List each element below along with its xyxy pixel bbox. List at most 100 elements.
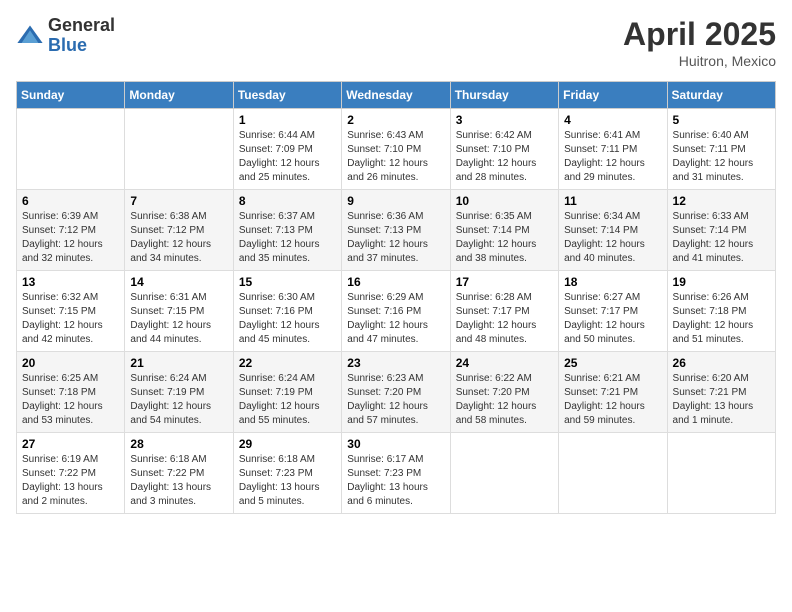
day-number: 10 bbox=[456, 194, 553, 208]
day-number: 18 bbox=[564, 275, 661, 289]
day-number: 5 bbox=[673, 113, 770, 127]
calendar-cell bbox=[450, 433, 558, 514]
day-info: Sunrise: 6:38 AM Sunset: 7:12 PM Dayligh… bbox=[130, 210, 227, 266]
calendar-cell: 24 Sunrise: 6:22 AM Sunset: 7:20 PM Dayli… bbox=[450, 352, 558, 433]
day-info: Sunrise: 6:30 AM Sunset: 7:16 PM Dayligh… bbox=[239, 291, 336, 347]
day-info: Sunrise: 6:26 AM Sunset: 7:18 PM Dayligh… bbox=[673, 291, 770, 347]
calendar-cell bbox=[559, 433, 667, 514]
day-number: 13 bbox=[22, 275, 119, 289]
day-info: Sunrise: 6:31 AM Sunset: 7:15 PM Dayligh… bbox=[130, 291, 227, 347]
day-number: 25 bbox=[564, 356, 661, 370]
calendar-week-row: 27 Sunrise: 6:19 AM Sunset: 7:22 PM Dayli… bbox=[17, 433, 776, 514]
day-info: Sunrise: 6:40 AM Sunset: 7:11 PM Dayligh… bbox=[673, 129, 770, 185]
calendar-cell bbox=[125, 109, 233, 190]
day-of-week-header: Thursday bbox=[450, 82, 558, 109]
day-info: Sunrise: 6:19 AM Sunset: 7:22 PM Dayligh… bbox=[22, 453, 119, 509]
day-info: Sunrise: 6:28 AM Sunset: 7:17 PM Dayligh… bbox=[456, 291, 553, 347]
day-number: 14 bbox=[130, 275, 227, 289]
calendar-cell: 23Sunrise: 6:23 AM Sunset: 7:20 PM Dayli… bbox=[342, 352, 450, 433]
day-number: 8 bbox=[239, 194, 336, 208]
day-info: Sunrise: 6:22 AM Sunset: 7:20 PM Dayligh… bbox=[456, 372, 553, 428]
logo-blue: Blue bbox=[48, 36, 115, 56]
day-of-week-header: Friday bbox=[559, 82, 667, 109]
calendar-header-row: SundayMondayTuesdayWednesdayThursdayFrid… bbox=[17, 82, 776, 109]
calendar-cell: 10 Sunrise: 6:35 AM Sunset: 7:14 PM Dayli… bbox=[450, 190, 558, 271]
day-of-week-header: Monday bbox=[125, 82, 233, 109]
day-info: Sunrise: 6:18 AM Sunset: 7:22 PM Dayligh… bbox=[130, 453, 227, 509]
day-number: 23 bbox=[347, 356, 444, 370]
calendar-cell: 15Sunrise: 6:30 AM Sunset: 7:16 PM Dayli… bbox=[233, 271, 341, 352]
calendar-cell: 8 Sunrise: 6:37 AM Sunset: 7:13 PM Daylig… bbox=[233, 190, 341, 271]
calendar-cell: 2 Sunrise: 6:43 AM Sunset: 7:10 PM Daylig… bbox=[342, 109, 450, 190]
day-info: Sunrise: 6:24 AM Sunset: 7:19 PM Dayligh… bbox=[239, 372, 336, 428]
day-info: Sunrise: 6:21 AM Sunset: 7:21 PM Dayligh… bbox=[564, 372, 661, 428]
calendar-week-row: 13 Sunrise: 6:32 AM Sunset: 7:15 PM Dayli… bbox=[17, 271, 776, 352]
logo: General Blue bbox=[16, 16, 115, 56]
calendar-table: SundayMondayTuesdayWednesdayThursdayFrid… bbox=[16, 81, 776, 514]
calendar-cell: 21Sunrise: 6:24 AM Sunset: 7:19 PM Dayli… bbox=[125, 352, 233, 433]
calendar-cell: 19Sunrise: 6:26 AM Sunset: 7:18 PM Dayli… bbox=[667, 271, 775, 352]
day-info: Sunrise: 6:41 AM Sunset: 7:11 PM Dayligh… bbox=[564, 129, 661, 185]
calendar-cell: 4Sunrise: 6:41 AM Sunset: 7:11 PM Daylig… bbox=[559, 109, 667, 190]
calendar-cell: 17 Sunrise: 6:28 AM Sunset: 7:17 PM Dayli… bbox=[450, 271, 558, 352]
calendar-cell: 13 Sunrise: 6:32 AM Sunset: 7:15 PM Dayli… bbox=[17, 271, 125, 352]
day-number: 12 bbox=[673, 194, 770, 208]
day-number: 17 bbox=[456, 275, 553, 289]
calendar-week-row: 6 Sunrise: 6:39 AM Sunset: 7:12 PM Daylig… bbox=[17, 190, 776, 271]
day-number: 30 bbox=[347, 437, 444, 451]
day-info: Sunrise: 6:27 AM Sunset: 7:17 PM Dayligh… bbox=[564, 291, 661, 347]
day-info: Sunrise: 6:20 AM Sunset: 7:21 PM Dayligh… bbox=[673, 372, 770, 428]
calendar-cell: 1Sunrise: 6:44 AM Sunset: 7:09 PM Daylig… bbox=[233, 109, 341, 190]
calendar-cell: 28Sunrise: 6:18 AM Sunset: 7:22 PM Dayli… bbox=[125, 433, 233, 514]
calendar-cell: 7 Sunrise: 6:38 AM Sunset: 7:12 PM Daylig… bbox=[125, 190, 233, 271]
day-number: 22 bbox=[239, 356, 336, 370]
calendar-cell: 14 Sunrise: 6:31 AM Sunset: 7:15 PM Dayli… bbox=[125, 271, 233, 352]
calendar-cell: 20Sunrise: 6:25 AM Sunset: 7:18 PM Dayli… bbox=[17, 352, 125, 433]
calendar-cell: 30 Sunrise: 6:17 AM Sunset: 7:23 PM Dayli… bbox=[342, 433, 450, 514]
day-info: Sunrise: 6:43 AM Sunset: 7:10 PM Dayligh… bbox=[347, 129, 444, 185]
day-info: Sunrise: 6:18 AM Sunset: 7:23 PM Dayligh… bbox=[239, 453, 336, 509]
calendar-cell: 16 Sunrise: 6:29 AM Sunset: 7:16 PM Dayli… bbox=[342, 271, 450, 352]
day-number: 11 bbox=[564, 194, 661, 208]
calendar-cell: 22 Sunrise: 6:24 AM Sunset: 7:19 PM Dayli… bbox=[233, 352, 341, 433]
day-info: Sunrise: 6:36 AM Sunset: 7:13 PM Dayligh… bbox=[347, 210, 444, 266]
day-number: 6 bbox=[22, 194, 119, 208]
day-info: Sunrise: 6:24 AM Sunset: 7:19 PM Dayligh… bbox=[130, 372, 227, 428]
day-number: 29 bbox=[239, 437, 336, 451]
day-of-week-header: Sunday bbox=[17, 82, 125, 109]
calendar-cell: 29 Sunrise: 6:18 AM Sunset: 7:23 PM Dayli… bbox=[233, 433, 341, 514]
day-number: 16 bbox=[347, 275, 444, 289]
calendar-cell: 27 Sunrise: 6:19 AM Sunset: 7:22 PM Dayli… bbox=[17, 433, 125, 514]
day-number: 20 bbox=[22, 356, 119, 370]
day-info: Sunrise: 6:34 AM Sunset: 7:14 PM Dayligh… bbox=[564, 210, 661, 266]
day-info: Sunrise: 6:29 AM Sunset: 7:16 PM Dayligh… bbox=[347, 291, 444, 347]
day-number: 3 bbox=[456, 113, 553, 127]
calendar-week-row: 1Sunrise: 6:44 AM Sunset: 7:09 PM Daylig… bbox=[17, 109, 776, 190]
calendar-cell: 11 Sunrise: 6:34 AM Sunset: 7:14 PM Dayli… bbox=[559, 190, 667, 271]
day-info: Sunrise: 6:39 AM Sunset: 7:12 PM Dayligh… bbox=[22, 210, 119, 266]
calendar-cell: 6 Sunrise: 6:39 AM Sunset: 7:12 PM Daylig… bbox=[17, 190, 125, 271]
title-block: April 2025 Huitron, Mexico bbox=[623, 16, 776, 69]
day-info: Sunrise: 6:17 AM Sunset: 7:23 PM Dayligh… bbox=[347, 453, 444, 509]
day-info: Sunrise: 6:35 AM Sunset: 7:14 PM Dayligh… bbox=[456, 210, 553, 266]
day-number: 27 bbox=[22, 437, 119, 451]
calendar-cell: 3 Sunrise: 6:42 AM Sunset: 7:10 PM Daylig… bbox=[450, 109, 558, 190]
day-info: Sunrise: 6:44 AM Sunset: 7:09 PM Dayligh… bbox=[239, 129, 336, 185]
day-of-week-header: Tuesday bbox=[233, 82, 341, 109]
calendar-cell: 26 Sunrise: 6:20 AM Sunset: 7:21 PM Dayli… bbox=[667, 352, 775, 433]
day-of-week-header: Saturday bbox=[667, 82, 775, 109]
logo-text: General Blue bbox=[48, 16, 115, 56]
day-number: 26 bbox=[673, 356, 770, 370]
day-number: 2 bbox=[347, 113, 444, 127]
day-info: Sunrise: 6:42 AM Sunset: 7:10 PM Dayligh… bbox=[456, 129, 553, 185]
calendar-cell: 25 Sunrise: 6:21 AM Sunset: 7:21 PM Dayli… bbox=[559, 352, 667, 433]
logo-general: General bbox=[48, 16, 115, 36]
day-info: Sunrise: 6:32 AM Sunset: 7:15 PM Dayligh… bbox=[22, 291, 119, 347]
day-number: 24 bbox=[456, 356, 553, 370]
month-year-title: April 2025 bbox=[623, 16, 776, 53]
day-info: Sunrise: 6:37 AM Sunset: 7:13 PM Dayligh… bbox=[239, 210, 336, 266]
calendar-cell: 5 Sunrise: 6:40 AM Sunset: 7:11 PM Daylig… bbox=[667, 109, 775, 190]
day-number: 7 bbox=[130, 194, 227, 208]
page-header: General Blue April 2025 Huitron, Mexico bbox=[16, 16, 776, 69]
calendar-cell bbox=[17, 109, 125, 190]
